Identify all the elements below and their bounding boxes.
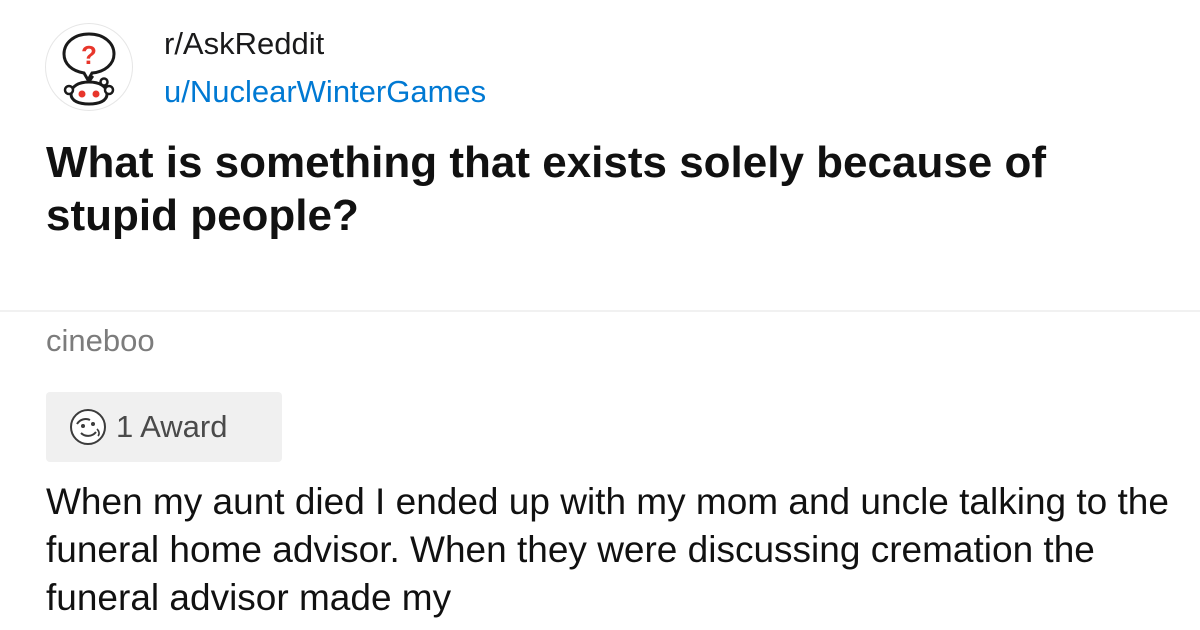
post-header: ? r/AskReddit u/NuclearWinterGames What … (0, 0, 1200, 310)
subreddit-name[interactable]: r/AskReddit (164, 26, 324, 62)
award-badge[interactable]: 1 Award (46, 392, 282, 462)
award-face-icon (70, 409, 106, 445)
comment-body: When my aunt died I ended up with my mom… (46, 481, 1169, 618)
post-title: What is something that exists solely bec… (46, 138, 1047, 240)
comment-author[interactable]: cineboo (46, 323, 155, 359)
post-author-link[interactable]: u/NuclearWinterGames (164, 74, 486, 110)
subreddit-avatar[interactable]: ? (46, 24, 132, 110)
question-mark-glyph: ? (81, 40, 97, 70)
section-divider (0, 310, 1200, 312)
askreddit-snoo-icon: ? (62, 32, 116, 106)
award-count-label: 1 Award (116, 409, 228, 444)
